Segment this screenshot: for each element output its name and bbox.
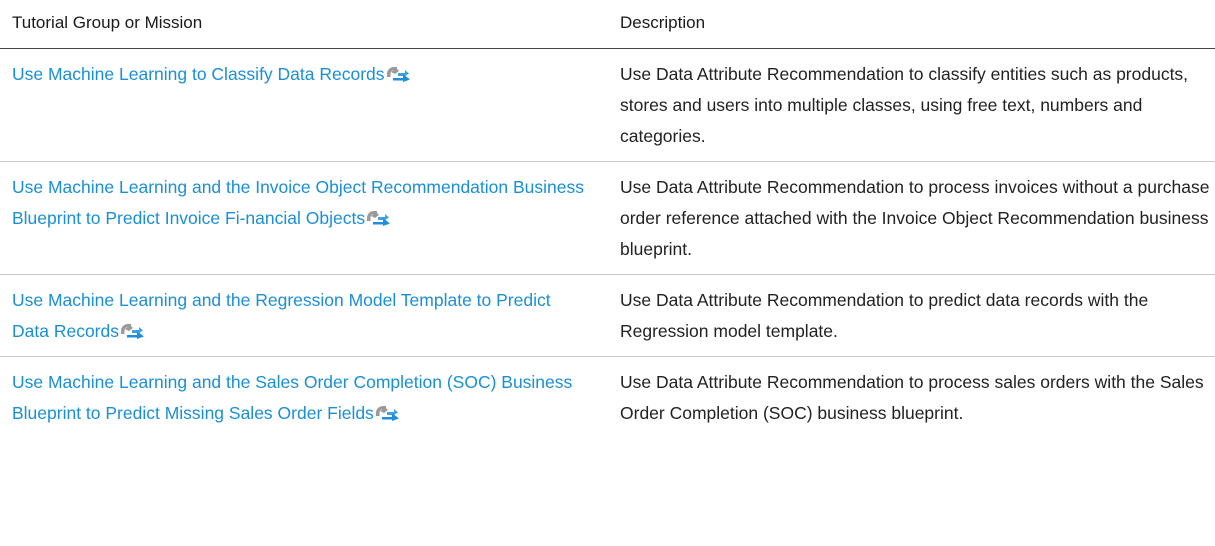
mission-link[interactable]: Use Machine Learning to Classify Data Re… <box>12 64 385 84</box>
table-header: Tutorial Group or Mission Description <box>0 0 1215 48</box>
mission-cell: Use Machine Learning and the Invoice Obj… <box>0 161 610 274</box>
description-cell: Use Data Attribute Recommendation to pro… <box>620 371 1204 423</box>
table-body: Use Machine Learning to Classify Data Re… <box>0 48 1215 438</box>
mission-link[interactable]: Use Machine Learning and the Regression … <box>12 290 551 341</box>
mission-cell: Use Machine Learning and the Sales Order… <box>0 356 610 438</box>
external-link-icon[interactable] <box>365 208 391 226</box>
table-row: Use Machine Learning and the Regression … <box>0 274 1215 356</box>
mission-link[interactable]: Use Machine Learning and the Sales Order… <box>12 372 572 423</box>
external-link-icon[interactable] <box>119 321 145 339</box>
table-row: Use Machine Learning to Classify Data Re… <box>0 48 1215 161</box>
external-link-icon[interactable] <box>385 64 411 82</box>
external-link-icon[interactable] <box>374 403 400 421</box>
table-header-row: Tutorial Group or Mission Description <box>0 0 1215 48</box>
tutorial-table: Tutorial Group or Mission Description Us… <box>0 0 1215 438</box>
column-header-description: Description <box>620 13 706 32</box>
mission-cell: Use Machine Learning and the Regression … <box>0 274 610 356</box>
mission-link[interactable]: Use Machine Learning and the Invoice Obj… <box>12 177 584 228</box>
table-row: Use Machine Learning and the Invoice Obj… <box>0 161 1215 274</box>
table-row: Use Machine Learning and the Sales Order… <box>0 356 1215 438</box>
description-cell: Use Data Attribute Recommendation to pre… <box>620 289 1149 341</box>
mission-cell: Use Machine Learning to Classify Data Re… <box>0 48 610 161</box>
column-header-mission: Tutorial Group or Mission <box>12 13 203 32</box>
description-cell: Use Data Attribute Recommendation to pro… <box>620 176 1210 259</box>
description-cell: Use Data Attribute Recommendation to cla… <box>620 63 1189 146</box>
